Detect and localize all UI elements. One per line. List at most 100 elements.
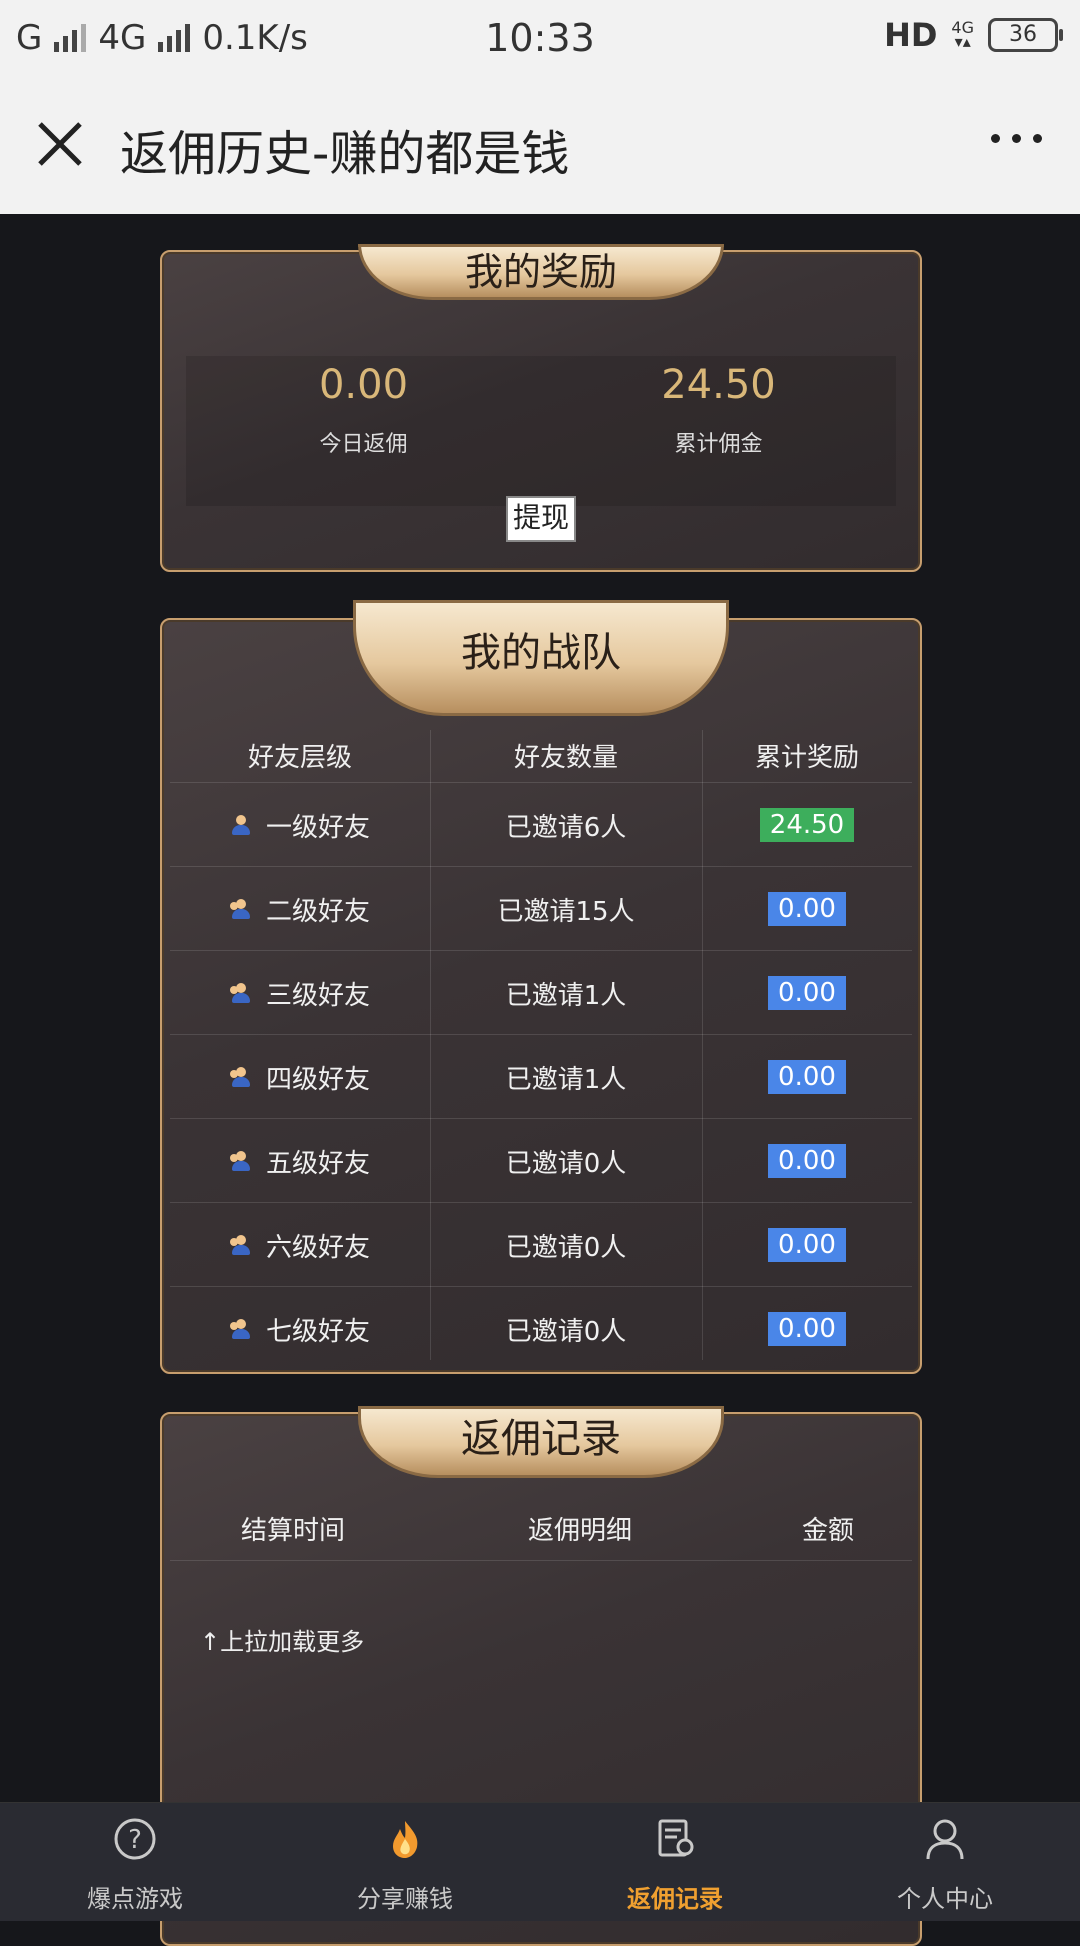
today-stat: 0.00 今日返佣 xyxy=(186,356,541,458)
more-icon[interactable] xyxy=(991,134,1042,143)
battery-level: 36 xyxy=(1009,22,1037,47)
team-title: 我的战队 xyxy=(461,630,621,676)
level-cell: 四级好友 xyxy=(170,1035,430,1119)
team-title-ribbon: 我的战队 xyxy=(353,600,729,716)
team-row: 七级好友 已邀请0人 0.00 xyxy=(170,1286,912,1371)
fire-icon xyxy=(393,1821,418,1858)
team-row: 三级好友 已邀请1人 0.00 xyxy=(170,950,912,1035)
records-title: 返佣记录 xyxy=(461,1416,621,1462)
reward-badge: 24.50 xyxy=(759,808,855,842)
users-icon xyxy=(229,1234,252,1256)
users-icon xyxy=(229,982,252,1004)
question-circle-icon: ? xyxy=(114,1818,156,1860)
count-cell: 已邀请6人 xyxy=(505,812,627,843)
user-icon xyxy=(926,1819,964,1860)
withdraw-button[interactable]: 提现 xyxy=(506,496,576,542)
count-cell: 已邀请0人 xyxy=(505,1316,627,1347)
reward-stats: 0.00 今日返佣 24.50 累计佣金 xyxy=(186,356,896,506)
reward-cell: 0.00 xyxy=(702,1203,912,1287)
users-icon xyxy=(229,1066,252,1088)
tab-games-label: 爆点游戏 xyxy=(87,1885,183,1913)
team-row: 四级好友 已邀请1人 0.00 xyxy=(170,1034,912,1119)
header-reward: 累计奖励 xyxy=(754,742,859,773)
header-detail: 返佣明细 xyxy=(527,1515,632,1546)
reward-badge: 0.00 xyxy=(768,976,846,1010)
reward-cell: 24.50 xyxy=(702,783,912,867)
svg-text:?: ? xyxy=(128,1825,142,1855)
level-cell: 一级好友 xyxy=(170,783,430,867)
close-icon[interactable] xyxy=(30,114,90,174)
reward-panel: 我的奖励 0.00 今日返佣 24.50 累计佣金 提现 xyxy=(160,244,922,572)
header-time: 结算时间 xyxy=(240,1515,345,1546)
reward-cell: 0.00 xyxy=(702,1119,912,1203)
team-row: 五级好友 已邀请0人 0.00 xyxy=(170,1118,912,1203)
reward-cell: 0.00 xyxy=(702,1035,912,1119)
reward-badge: 0.00 xyxy=(768,892,846,926)
level-label: 一级好友 xyxy=(265,812,370,843)
total-label: 累计佣金 xyxy=(674,432,763,457)
header-count: 好友数量 xyxy=(513,742,618,773)
team-row: 二级好友 已邀请15人 0.00 xyxy=(170,866,912,951)
count-cell: 已邀请0人 xyxy=(505,1148,627,1179)
team-table: 好友层级 好友数量 累计奖励 一级好友 已邀请6人 24.50 二级好友 已邀请15人 0… xyxy=(170,730,912,1360)
tab-bar: ? 爆点游戏 分享赚钱 返佣记录 个人中心 xyxy=(0,1802,1080,1921)
battery-icon: 36 xyxy=(988,18,1063,52)
tab-share[interactable]: 分享赚钱 xyxy=(270,1803,540,1921)
team-panel: 我的战队 好友层级 好友数量 累计奖励 一级好友 已邀请6人 24.50 二级好友 已邀… xyxy=(160,600,922,1374)
level-label: 五级好友 xyxy=(265,1148,370,1179)
level-cell: 六级好友 xyxy=(170,1203,430,1287)
team-row: 六级好友 已邀请0人 0.00 xyxy=(170,1202,912,1287)
reward-cell: 0.00 xyxy=(702,1287,912,1371)
total-value: 24.50 xyxy=(661,362,776,408)
reward-badge: 0.00 xyxy=(768,1228,846,1262)
net-badge-label: 4G xyxy=(951,18,974,37)
level-cell: 七级好友 xyxy=(170,1287,430,1371)
records-title-ribbon: 返佣记录 xyxy=(358,1406,724,1478)
tab-profile[interactable]: 个人中心 xyxy=(810,1803,1080,1921)
tab-games[interactable]: ? 爆点游戏 xyxy=(0,1803,270,1921)
reward-badge: 0.00 xyxy=(768,1144,846,1178)
user-icon xyxy=(230,814,252,836)
load-more-hint[interactable]: ↑上拉加载更多 xyxy=(200,1622,364,1657)
page-title: 返佣历史-赚的都是钱 xyxy=(120,126,570,182)
count-cell: 已邀请1人 xyxy=(505,1064,627,1095)
level-cell: 三级好友 xyxy=(170,951,430,1035)
tab-records[interactable]: 返佣记录 xyxy=(540,1803,810,1921)
header-amount: 金额 xyxy=(801,1515,854,1546)
level-label: 二级好友 xyxy=(265,896,370,927)
certificate-icon xyxy=(658,1819,694,1857)
nav-bar: 返佣历史-赚的都是钱 xyxy=(0,76,1080,214)
users-icon xyxy=(229,1318,252,1340)
today-label: 今日返佣 xyxy=(319,432,408,457)
total-stat: 24.50 累计佣金 xyxy=(541,356,896,458)
team-header-row: 好友层级 好友数量 累计奖励 xyxy=(170,730,912,780)
net-badge-icon: 4G ▾▴ xyxy=(951,18,974,51)
reward-badge: 0.00 xyxy=(768,1060,846,1094)
reward-cell: 0.00 xyxy=(702,951,912,1035)
level-label: 三级好友 xyxy=(265,980,370,1011)
header-level: 好友层级 xyxy=(247,742,352,773)
users-icon xyxy=(229,1150,252,1172)
status-bar: G 4G 0.1K/s 10:33 HD 4G ▾▴ 36 xyxy=(0,0,1080,76)
today-value: 0.00 xyxy=(318,362,409,408)
users-icon xyxy=(229,898,252,920)
count-cell: 已邀请15人 xyxy=(497,896,635,927)
status-right: HD 4G ▾▴ 36 xyxy=(884,16,1063,54)
team-row: 一级好友 已邀请6人 24.50 xyxy=(170,782,912,867)
reward-cell: 0.00 xyxy=(702,867,912,951)
level-label: 六级好友 xyxy=(265,1232,370,1263)
reward-title: 我的奖励 xyxy=(464,250,617,294)
level-cell: 二级好友 xyxy=(170,867,430,951)
level-label: 七级好友 xyxy=(265,1316,370,1347)
count-cell: 已邀请1人 xyxy=(505,980,627,1011)
count-cell: 已邀请0人 xyxy=(505,1232,627,1263)
tab-profile-label: 个人中心 xyxy=(897,1885,993,1913)
reward-badge: 0.00 xyxy=(768,1312,846,1346)
level-label: 四级好友 xyxy=(265,1064,370,1095)
reward-title-ribbon: 我的奖励 xyxy=(358,244,724,300)
records-header-row: 结算时间 返佣明细 金额 xyxy=(170,1496,912,1561)
level-cell: 五级好友 xyxy=(170,1119,430,1203)
tab-records-label: 返佣记录 xyxy=(627,1885,723,1913)
tab-share-label: 分享赚钱 xyxy=(357,1885,453,1913)
hd-label: HD xyxy=(884,16,938,54)
